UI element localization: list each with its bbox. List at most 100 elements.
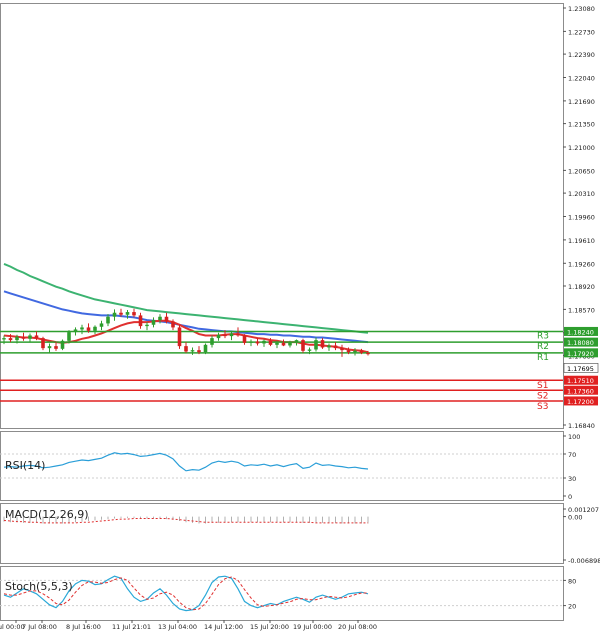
candle-body — [359, 350, 364, 353]
candle-body — [333, 345, 338, 349]
price-tick-label: 1.21000 — [568, 144, 595, 152]
candle-body — [34, 335, 39, 339]
candle-body — [294, 340, 299, 343]
rsi-title: RSI(14) — [5, 459, 45, 472]
price-tick-label: 1.19610 — [568, 237, 595, 245]
candle-body — [184, 346, 188, 352]
sub-tick-label: 30 — [568, 475, 576, 483]
candle-body — [112, 312, 117, 317]
ma-line — [3, 290, 369, 344]
candle-body — [346, 350, 351, 353]
price-tick-label: 1.16840 — [568, 422, 595, 430]
time-tick-label: 7 Jul 08:00 — [22, 623, 57, 631]
price-tick-label: 1.21690 — [568, 98, 595, 106]
candles — [2, 308, 370, 357]
candle-body — [8, 338, 13, 341]
sub-tick-label: 0.00 — [568, 514, 582, 522]
candle-body — [223, 334, 227, 337]
candle-body — [353, 350, 357, 353]
level-name-s3: S3 — [537, 402, 548, 412]
candle-body — [80, 327, 84, 330]
pivot-levels: R3 1.18240R2 1.18080R1 1.17920S1 1.17510S2 1.… — [0, 326, 598, 412]
candle-body — [158, 316, 162, 321]
time-tick-label: 19 Jul 00:00 — [293, 623, 332, 631]
candle-body — [307, 349, 312, 351]
price-tick-label: 1.18570 — [568, 306, 595, 314]
ma-line — [3, 262, 369, 334]
candle-body — [314, 340, 318, 350]
stoch-frame — [0, 566, 564, 621]
candle-body — [281, 342, 286, 346]
candle-body — [301, 340, 305, 351]
level-name-r1: R1 — [537, 353, 549, 363]
sub-tick-label: 80 — [568, 577, 576, 585]
price-tick-label: 1.20650 — [568, 167, 595, 175]
candle-body — [15, 336, 19, 341]
candle-body — [288, 342, 292, 346]
level-price-label: 1.18240 — [567, 328, 594, 336]
candle-body — [119, 312, 123, 315]
candle-body — [327, 345, 331, 348]
forex-chart: 1.23080 1.22730 1.22390 1.22040 1.21690 1.213… — [0, 3, 600, 631]
moving-averages — [3, 262, 369, 354]
candle-body — [262, 340, 266, 344]
candle-body — [41, 338, 45, 349]
candle-body — [366, 352, 370, 355]
time-tick-label: 11 Jul 21:01 — [112, 623, 151, 631]
candle-body — [73, 329, 78, 333]
candle-body — [190, 350, 195, 352]
sub-tick-label: 70 — [568, 451, 576, 459]
level-name-r3: R3 — [537, 331, 549, 341]
chart-frames — [0, 3, 564, 621]
price-tick-label: 1.22040 — [568, 75, 595, 83]
level-price-label: 1.17920 — [567, 350, 594, 358]
current-price-marker: 1.17695 — [563, 363, 599, 373]
candle-body — [125, 312, 130, 315]
price-tick-label: 1.23080 — [568, 5, 595, 13]
level-price-label: 1.17200 — [567, 398, 594, 406]
candle-body — [275, 342, 279, 345]
candle-body — [67, 332, 71, 341]
rsi-line — [3, 452, 369, 472]
candle-body — [47, 346, 52, 349]
candle-body — [229, 333, 234, 337]
price-tick-label: 1.18920 — [568, 283, 595, 291]
candle-body — [268, 340, 273, 345]
candle-body — [197, 350, 201, 353]
candle-body — [93, 326, 97, 331]
time-tick-label: Jul 00:00 — [0, 623, 25, 631]
candle-body — [132, 312, 136, 316]
candle-body — [210, 338, 214, 345]
price-tick-label: 1.20310 — [568, 190, 595, 198]
stoch-panel: 80 20 Stoch(5,5,3) — [0, 575, 576, 612]
price-tick-label: 1.22730 — [568, 28, 595, 36]
candle-body — [106, 316, 110, 324]
candle-body — [320, 340, 325, 348]
candle-body — [151, 320, 156, 325]
candle-body — [177, 327, 182, 347]
macd-panel: 0.0012070.00-0.006898MACD(12,26,9) — [3, 506, 600, 565]
level-name-r2: R2 — [537, 342, 549, 352]
candle-body — [171, 321, 175, 328]
candle-body — [164, 316, 169, 322]
price-tick-label: 1.21350 — [568, 121, 595, 129]
time-axis: Jul 00:007 Jul 08:00 8 Jul 16:00 11 Jul 21… — [0, 620, 377, 631]
candle-body — [242, 335, 247, 343]
candle-body — [2, 338, 6, 340]
main-frame — [0, 3, 564, 429]
candle-body — [21, 336, 26, 339]
time-tick-label: 15 Jul 20:00 — [250, 623, 289, 631]
level-name-s2: S2 — [537, 391, 548, 401]
candle-body — [54, 346, 58, 349]
sub-tick-label: 20 — [568, 603, 576, 611]
sub-tick-label: -0.006898 — [568, 557, 600, 565]
price-tick-label: 1.22390 — [568, 51, 595, 59]
sub-tick-label: 0 — [568, 493, 572, 501]
candle-body — [255, 341, 260, 344]
stoch-title: Stoch(5,5,3) — [5, 580, 73, 593]
time-tick-label: 13 Jul 04:00 — [158, 623, 197, 631]
candle-body — [60, 340, 65, 349]
level-price-label: 1.17360 — [567, 387, 594, 395]
candle-body — [216, 334, 221, 339]
candle-body — [145, 324, 149, 327]
